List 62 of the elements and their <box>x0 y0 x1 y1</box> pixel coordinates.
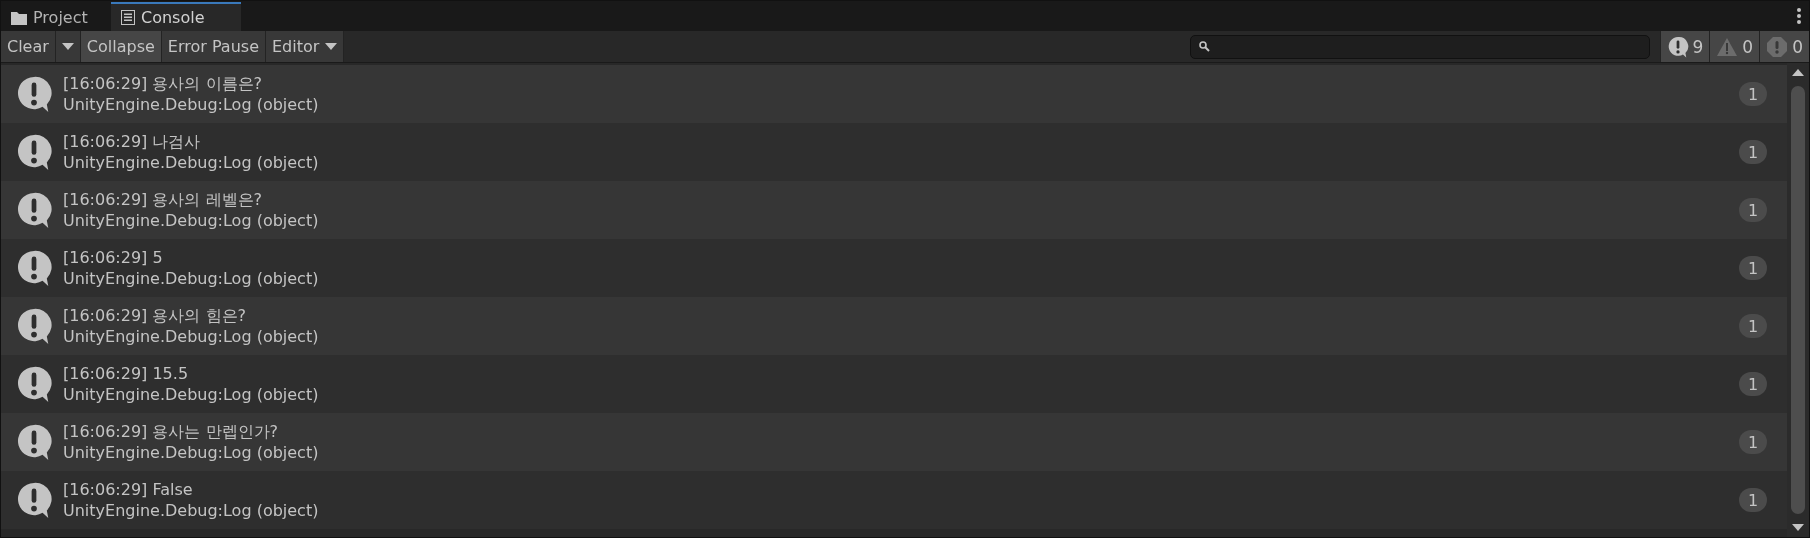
count-badge: 1 <box>1739 198 1767 222</box>
log-message: [16:06:29] False <box>63 479 194 500</box>
stack-trace: UnityEngine.Debug:Log (object) <box>63 94 320 115</box>
info-icon <box>15 249 53 287</box>
log-message: [16:06:29] 용사의 이름은? <box>63 73 263 94</box>
clear-options-button[interactable] <box>55 31 81 62</box>
stack-trace: UnityEngine.Debug:Log (object) <box>63 326 320 347</box>
filter-toggle[interactable]: 9 <box>1659 31 1710 62</box>
more-icon[interactable] <box>1797 8 1801 24</box>
clear-button[interactable]: Clear <box>1 31 56 62</box>
log-entry[interactable]: [16:06:29] 용사의 이름은? UnityEngine.Debug:Log (object) 1 <box>1 65 1787 123</box>
filter-toggle[interactable]: 0 <box>1759 31 1809 62</box>
warning-icon <box>1716 36 1739 57</box>
collapse-button[interactable]: Collapse <box>80 31 162 62</box>
filter-toggle[interactable]: 0 <box>1709 31 1760 62</box>
log-entry[interactable]: [16:06:29] 나검사 UnityEngine.Debug:Log (object) 1 <box>1 123 1787 181</box>
log-entry[interactable]: [16:06:29] 용사는 만렙인가? UnityEngine.Debug:Log (object) 1 <box>1 413 1787 471</box>
stack-trace: UnityEngine.Debug:Log (object) <box>63 210 320 231</box>
stack-trace: UnityEngine.Debug:Log (object) <box>63 268 320 289</box>
log-message: [16:06:29] 나검사 <box>63 131 202 152</box>
info-icon <box>15 365 53 403</box>
log-entry[interactable]: [16:06:29] 용사의 레벨은? UnityEngine.Debug:Log (object) 1 <box>1 181 1787 239</box>
log-entry[interactable]: [16:06:29] 5 UnityEngine.Debug:Log (object) 1 <box>1 239 1787 297</box>
count-badge: 1 <box>1739 256 1767 280</box>
log-message: [16:06:29] 용사의 힘은? <box>63 305 247 326</box>
log-entry[interactable]: [16:06:29] False UnityEngine.Debug:Log (object) 1 <box>1 471 1787 529</box>
info-icon <box>15 133 53 171</box>
editor-dropdown[interactable]: Editor <box>266 31 345 62</box>
count-badge: 1 <box>1739 430 1767 454</box>
log-message: [16:06:29] 용사의 레벨은? <box>63 189 263 210</box>
log-entry[interactable]: [16:06:29] 15.5 UnityEngine.Debug:Log (object) 1 <box>1 355 1787 413</box>
scrollbar-thumb[interactable] <box>1791 86 1805 514</box>
error-icon <box>1766 35 1789 58</box>
count-badge: 1 <box>1739 488 1767 512</box>
error-pause-button[interactable]: Error Pause <box>161 31 266 62</box>
tab[interactable]: Console <box>111 2 241 31</box>
caret-icon <box>325 43 338 50</box>
info-icon <box>15 307 53 345</box>
caret-icon <box>1792 524 1804 531</box>
stack-trace: UnityEngine.Debug:Log (object) <box>63 384 320 405</box>
count-badge: 1 <box>1739 372 1767 396</box>
info-icon <box>15 423 53 461</box>
log-message: [16:06:29] 15.5 <box>63 363 190 384</box>
count-badge: 1 <box>1739 82 1767 106</box>
stack-trace: UnityEngine.Debug:Log (object) <box>63 442 320 463</box>
caret-icon <box>61 43 74 50</box>
folder-icon <box>11 10 27 25</box>
log-entry[interactable]: [16:06:29] 용사의 힘은? UnityEngine.Debug:Log (object) 1 <box>1 297 1787 355</box>
caret-icon <box>1792 69 1804 76</box>
info-icon <box>15 75 53 113</box>
log-message: [16:06:29] 용사는 만렙인가? <box>63 421 279 442</box>
stack-trace: UnityEngine.Debug:Log (object) <box>63 152 320 173</box>
info-icon <box>1666 35 1689 58</box>
info-icon <box>15 191 53 229</box>
count-badge: 1 <box>1739 314 1767 338</box>
search-icon <box>1198 41 1210 52</box>
count-badge: 1 <box>1739 140 1767 164</box>
log-message: [16:06:29] 5 <box>63 247 164 268</box>
search-field[interactable] <box>1189 34 1650 59</box>
stack-trace: UnityEngine.Debug:Log (object) <box>63 500 320 521</box>
console-icon <box>121 10 135 25</box>
info-icon <box>15 481 53 519</box>
